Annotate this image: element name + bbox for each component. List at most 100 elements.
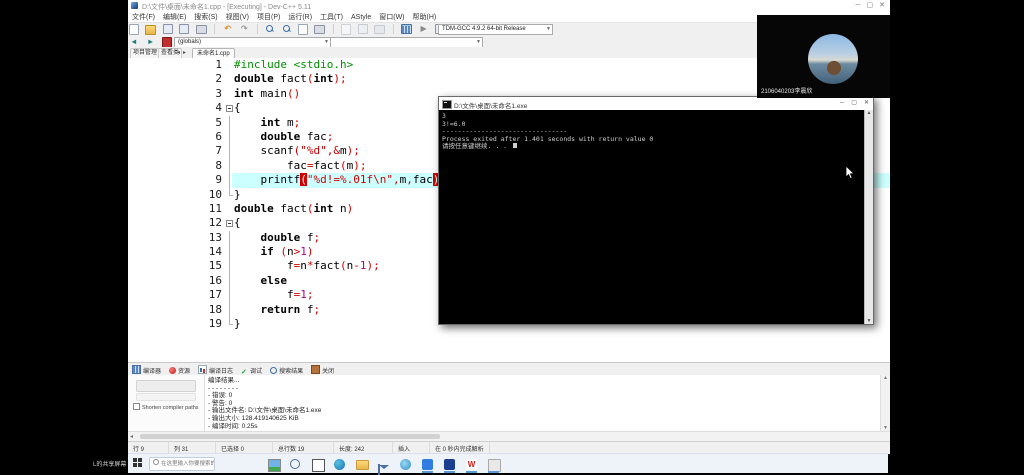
- fold-marker-icon[interactable]: [225, 216, 234, 230]
- print-icon[interactable]: [196, 25, 207, 34]
- code-text: printf("%d!=%.01f\n",m,fac);: [234, 173, 446, 186]
- compile-log-panel: Shorten compiler paths 编译结果...- - - - - …: [128, 375, 890, 431]
- menu-item-0[interactable]: 文件(F): [128, 11, 159, 22]
- office-app-icon[interactable]: [488, 459, 501, 472]
- shorten-paths-checkbox[interactable]: Shorten compiler paths: [133, 403, 199, 411]
- line-number: 7: [188, 144, 225, 158]
- minimize-icon[interactable]: ─: [840, 100, 844, 106]
- docs-app-icon[interactable]: [444, 459, 455, 470]
- bottom-tab-4[interactable]: 搜索结果: [270, 366, 303, 375]
- menu-item-7[interactable]: AStyle: [347, 13, 375, 21]
- menu-item-3[interactable]: 视图(V): [222, 11, 253, 22]
- code-text: {: [234, 216, 241, 229]
- menu-item-9[interactable]: 帮助(H): [409, 11, 441, 22]
- close-icon[interactable]: ✕: [864, 100, 869, 106]
- file-explorer-icon[interactable]: [356, 460, 369, 470]
- maximize-icon[interactable]: ▢: [851, 100, 857, 106]
- menu-item-5[interactable]: 运行(R): [284, 11, 316, 22]
- bookmark-icon[interactable]: [341, 24, 351, 35]
- minimize-icon[interactable]: ─: [856, 2, 861, 9]
- window-controls: ─ ▢ ✕: [850, 1, 885, 9]
- console-scrollbar[interactable]: ▲▼: [864, 110, 873, 324]
- menu-item-1[interactable]: 编辑(E): [159, 11, 190, 22]
- console-title-bar[interactable]: D:\文件\桌面\未命名1.exe ─▢✕: [439, 97, 873, 110]
- run-icon[interactable]: ▶: [419, 24, 429, 34]
- screen-share-icon[interactable]: [268, 459, 281, 472]
- toggle-icon[interactable]: [374, 25, 385, 34]
- bottom-tab-1[interactable]: 资源: [169, 366, 190, 375]
- search-input[interactable]: 在这里输入你要搜索的内容: [149, 457, 215, 471]
- open-file-icon[interactable]: [145, 25, 156, 35]
- video-overlay[interactable]: 2106040203李晨欣: [757, 15, 890, 98]
- code-text: f=1;: [234, 288, 313, 301]
- console-cursor: [513, 143, 517, 148]
- line-number: 4: [188, 101, 225, 115]
- task-view-icon[interactable]: [312, 459, 325, 472]
- log-vertical-scrollbar[interactable]: ▲▼: [880, 375, 890, 431]
- page-setup-icon[interactable]: [314, 25, 325, 34]
- start-button[interactable]: [133, 458, 143, 468]
- mail-icon[interactable]: [378, 464, 380, 475]
- insert-icon[interactable]: [358, 24, 368, 34]
- fold-marker-icon[interactable]: [225, 101, 234, 115]
- tab-scroll-right-icon[interactable]: ▸: [183, 49, 186, 56]
- line-number: 14: [188, 245, 225, 259]
- gutter: [225, 317, 234, 331]
- find-icon[interactable]: [265, 24, 275, 34]
- redo-icon[interactable]: ↷: [239, 24, 249, 34]
- back-icon[interactable]: ◂: [129, 37, 139, 47]
- forward-icon[interactable]: ▸: [145, 37, 155, 47]
- menu-item-6[interactable]: 工具(T): [316, 11, 347, 22]
- bottom-tab-icon: [132, 365, 141, 374]
- new-file-icon[interactable]: [129, 24, 139, 35]
- menu-item-4[interactable]: 项目(P): [253, 11, 284, 22]
- scrollbar-thumb[interactable]: [140, 434, 440, 439]
- menu-item-2[interactable]: 搜索(S): [190, 11, 221, 22]
- code-text: {: [234, 101, 241, 114]
- tab-scroll-left-icon[interactable]: ◂: [177, 49, 180, 56]
- log-line-5: - 输出大小: 128.419140625 KiB: [208, 415, 321, 423]
- close-icon[interactable]: ✕: [879, 2, 885, 9]
- code-text: int main(): [234, 87, 300, 100]
- maximize-icon[interactable]: ▢: [867, 2, 874, 9]
- gutter: [225, 159, 234, 173]
- gutter: [225, 116, 234, 130]
- abort-compile-button: [136, 380, 196, 392]
- code-text: }: [234, 188, 241, 201]
- compile-progress: [136, 393, 196, 401]
- title-bar[interactable]: D:\文件\桌面\未命名1.cpp - [Executing] - Dev-C+…: [128, 0, 890, 11]
- browser-360-icon[interactable]: [400, 459, 411, 470]
- running-indicator: [422, 471, 433, 473]
- search-placeholder: 在这里输入你要搜索的内容: [161, 461, 215, 467]
- compile-icon[interactable]: [401, 24, 412, 34]
- bottom-tab-5[interactable]: 关闭: [311, 365, 334, 375]
- gutter: [225, 288, 234, 302]
- edge-browser-icon[interactable]: [334, 459, 345, 470]
- save-icon[interactable]: [163, 24, 173, 34]
- gutter: [225, 274, 234, 288]
- log-line-2: - 错误: 0: [208, 392, 321, 400]
- meeting-app-icon[interactable]: [422, 459, 433, 470]
- console-app-icon: [442, 100, 452, 109]
- wps-icon[interactable]: W: [466, 459, 477, 470]
- cortana-icon[interactable]: [290, 459, 300, 469]
- checkbox-box[interactable]: [133, 403, 140, 410]
- menu-item-8[interactable]: 窗口(W): [375, 11, 408, 22]
- bottom-tab-2[interactable]: 编译日志: [198, 365, 233, 375]
- undo-icon[interactable]: ↶: [223, 24, 233, 34]
- replace-icon[interactable]: [282, 24, 292, 34]
- line-number: 18: [188, 303, 225, 317]
- save-as-icon[interactable]: [179, 24, 189, 34]
- code-text: double fact(int n): [234, 202, 353, 215]
- goto-line-icon[interactable]: [298, 24, 308, 35]
- project-manager-panel[interactable]: [128, 58, 189, 362]
- compiler-profile-select[interactable]: TDM-GCC 4.9.2 64-bit Release ▼: [438, 24, 553, 35]
- console-window[interactable]: D:\文件\桌面\未命名1.exe ─▢✕ 33!=6.0-----------…: [438, 96, 874, 325]
- gutter: [225, 87, 234, 101]
- bottom-tab-0[interactable]: 编译器: [132, 365, 161, 375]
- line-number: 10: [188, 188, 225, 202]
- bottom-tab-icon: [270, 367, 277, 374]
- console-line-0: 3: [442, 113, 653, 121]
- line-number: 5: [188, 116, 225, 130]
- scroll-left-icon[interactable]: ◂: [130, 433, 133, 440]
